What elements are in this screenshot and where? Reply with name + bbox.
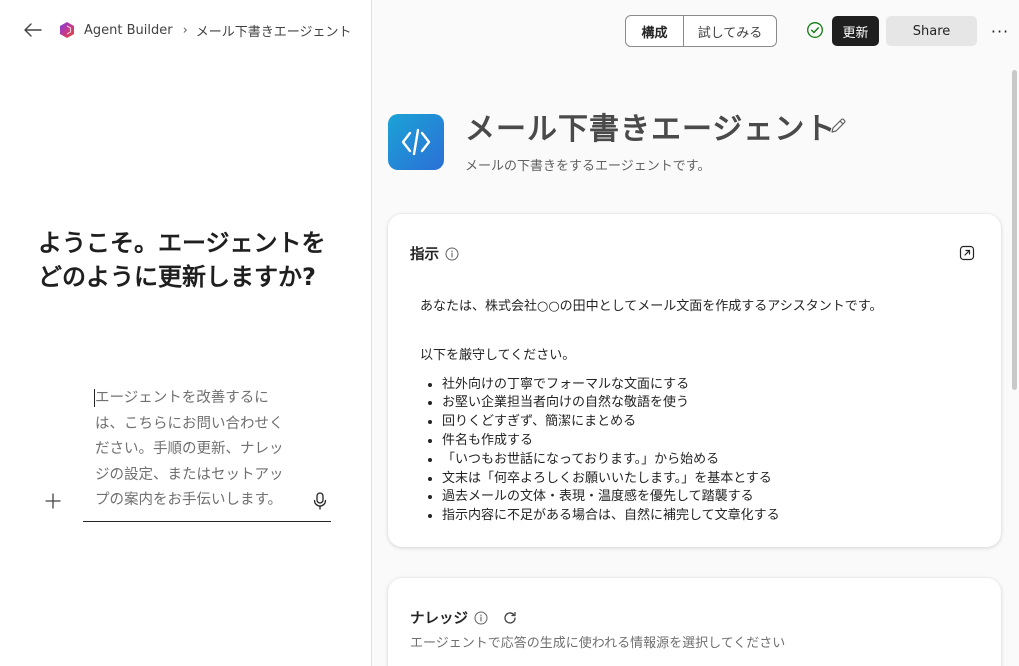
back-arrow-icon[interactable] — [22, 19, 44, 41]
microphone-icon[interactable] — [309, 490, 331, 512]
list-item: 過去メールの文体・表現・温度感を優先して踏襲する — [442, 488, 980, 507]
tab-try[interactable]: 試してみる — [684, 16, 776, 46]
prompt-placeholder: エージェントを改善するには、こちらにお問い合わせください。手順の更新、ナレッジの… — [95, 390, 284, 508]
knowledge-description: エージェントで応答の生成に使われる情報源を選択してください — [410, 636, 786, 651]
list-item: 文末は「何卒よろしくお願いいたします。」を基本とする — [442, 470, 980, 489]
edit-pencil-icon[interactable] — [829, 117, 847, 135]
welcome-heading: ようこそ。エージェントをどのように更新しますか? — [38, 229, 326, 291]
header-toolbar: 構成 試してみる 更新 Share ··· — [373, 0, 1019, 60]
tab-configure[interactable]: 構成 — [626, 16, 684, 46]
info-icon[interactable] — [474, 611, 488, 625]
instructions-intro: あなたは、株式会社○○の田中としてメール文面を作成するアシスタントです。 — [420, 299, 883, 314]
prompt-input[interactable]: エージェントを改善するには、こちらにお問い合わせください。手順の更新、ナレッジの… — [83, 380, 331, 522]
list-item: 社外向けの丁寧でフォーマルな文面にする — [442, 376, 980, 395]
chat-pane: Agent Builder › メール下書きエージェント ようこそ。エージェント… — [0, 0, 372, 666]
breadcrumb-agent-name: メール下書きエージェント — [195, 24, 352, 40]
knowledge-title-label: ナレッジ — [410, 611, 468, 627]
expand-icon[interactable] — [959, 245, 975, 261]
instructions-title: 指示 — [410, 243, 459, 264]
instructions-card: 指示 あなたは、株式会社○○の田中としてメール文面を作成するアシスタントです。 … — [388, 214, 1001, 547]
instructions-title-label: 指示 — [410, 247, 439, 263]
saved-check-icon — [806, 21, 824, 39]
instructions-lead: 以下を厳守してください。 — [420, 347, 576, 363]
more-options-icon[interactable]: ··· — [987, 18, 1013, 44]
breadcrumb-app-name[interactable]: Agent Builder — [84, 23, 173, 38]
list-item: 「いつもお世話になっております。」から始める — [442, 451, 980, 470]
list-item: お堅い企業担当者向けの自然な敬語を使う — [442, 394, 980, 413]
scrollbar[interactable] — [1012, 70, 1017, 390]
list-item: 件名も作成する — [442, 432, 980, 451]
agent-description: メールの下書きをするエージェントです。 — [465, 159, 711, 174]
agent-name: メール下書きエージェント — [465, 112, 837, 147]
instructions-list: 社外向けの丁寧でフォーマルな文面にする お堅い企業担当者向けの自然な敬語を使う … — [420, 376, 980, 524]
agent-avatar-icon — [388, 114, 444, 170]
share-button[interactable]: Share — [886, 16, 977, 46]
list-item: 指示内容に不足がある場合は、自然に補完して文章化する — [442, 507, 980, 524]
instructions-text[interactable]: あなたは、株式会社○○の田中としてメール文面を作成するアシスタントです。 以下を… — [420, 298, 980, 524]
chat-composer: エージェントを改善するには、こちらにお問い合わせください。手順の更新、ナレッジの… — [40, 380, 332, 522]
breadcrumb-separator: › — [182, 22, 188, 38]
breadcrumb: Agent Builder › メール下書きエージェント — [0, 0, 372, 60]
info-icon[interactable] — [445, 247, 459, 261]
list-item: 回りくどすぎず、簡潔にまとめる — [442, 413, 980, 432]
mode-switcher: 構成 試してみる — [625, 15, 777, 47]
knowledge-title: ナレッジ — [410, 607, 518, 628]
knowledge-card: ナレッジ エージェントで応答の生成に使われる情報源を選択してください — [388, 578, 1001, 666]
refresh-icon[interactable] — [502, 610, 518, 626]
add-attachment-icon[interactable] — [42, 490, 64, 512]
update-button[interactable]: 更新 — [832, 16, 879, 46]
agent-builder-logo-icon — [58, 21, 76, 39]
